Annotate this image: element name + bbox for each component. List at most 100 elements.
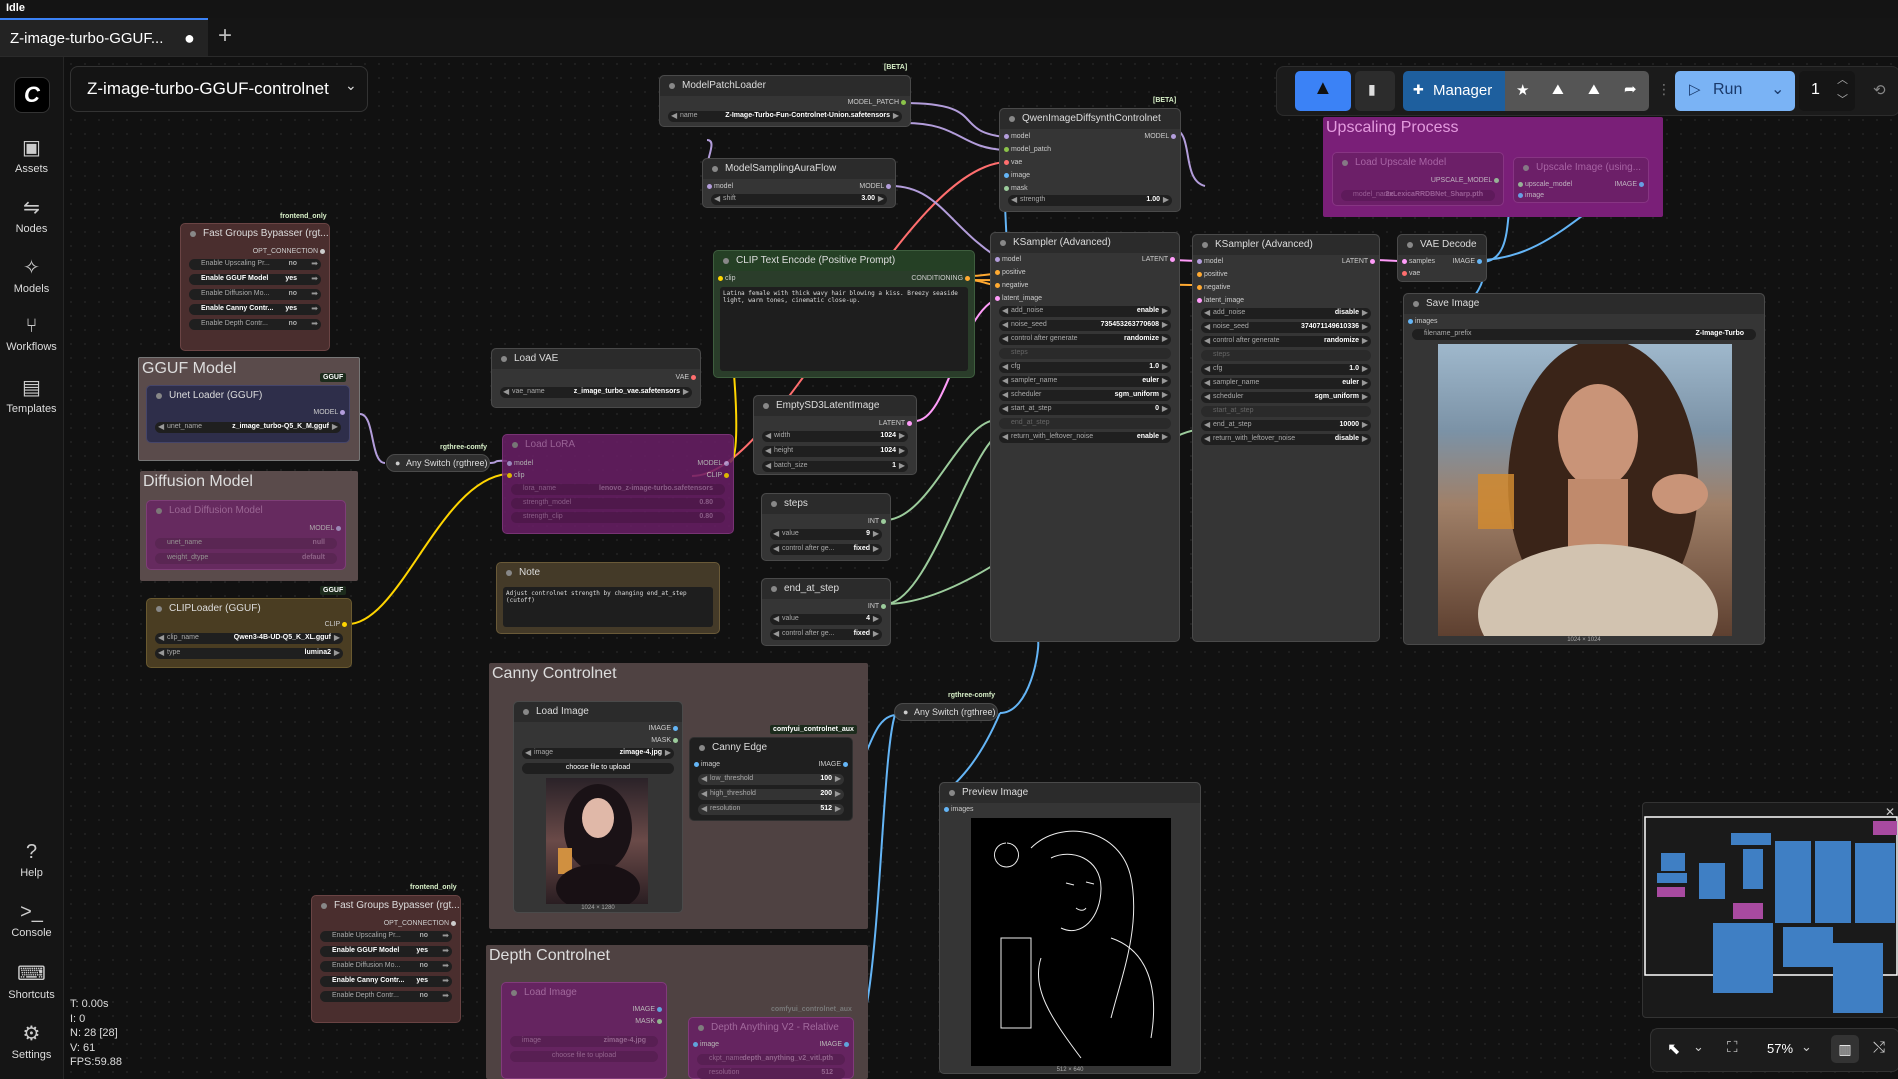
weight-dtype-combo[interactable]: weight_dtype default: [155, 553, 337, 564]
control-after-generate-combo[interactable]: ◀ control after generate randomize ▶: [999, 334, 1171, 345]
canny-preview-image[interactable]: [971, 818, 1171, 1066]
low-threshold-number[interactable]: ◀ low_threshold 100 ▶: [698, 774, 844, 785]
cfg-number[interactable]: ◀ cfg 1.0 ▶: [999, 362, 1171, 373]
output-slot[interactable]: IMAGE: [1614, 181, 1644, 188]
node-load-image[interactable]: Load Image IMAGE MASK ◀ image zimage-4.jpg…: [513, 701, 683, 913]
node-clip-text-encode[interactable]: CLIP Text Encode (Positive Prompt) clip …: [713, 250, 975, 378]
output-slot[interactable]: UPSCALE_MODEL: [1431, 177, 1499, 184]
close-icon[interactable]: ✕: [1885, 805, 1895, 819]
strength-clip-number[interactable]: strength_clip 0.80: [511, 512, 725, 523]
sidebar-item-shortcuts[interactable]: ⌨ Shortcuts: [0, 961, 63, 1001]
input-slot[interactable]: images: [944, 806, 974, 813]
prompt-textarea[interactable]: Latina female with thick wavy hair blowi…: [720, 287, 968, 371]
sidebar-item-help[interactable]: ? Help: [0, 841, 63, 879]
start-at-step-number[interactable]: ◀ start_at_step 0 ▶: [999, 404, 1171, 415]
node-any-switch[interactable]: ● Any Switch (rgthree): [386, 454, 490, 472]
unsaved-indicator[interactable]: ●: [184, 28, 195, 48]
end-at-step-control-combo[interactable]: ◀ control after ge... fixed ▶: [770, 629, 882, 640]
image-combo[interactable]: image zimage-4.jpg: [510, 1036, 658, 1047]
input-slot[interactable]: vae: [1004, 159, 1022, 166]
workflow-name-selector[interactable]: Z-image-turbo-GGUF-controlnet ⌄: [70, 66, 368, 112]
node-load-upscale-model[interactable]: Load Upscale Model UPSCALE_MODEL model_n…: [1332, 152, 1504, 206]
output-slot[interactable]: MODEL: [1144, 133, 1176, 140]
queue-count-input[interactable]: 1 ︿ ﹀: [1799, 71, 1855, 111]
node-preview-image[interactable]: Preview Image images 512 × 640: [939, 782, 1201, 1074]
sidebar-item-console[interactable]: >_ Console: [0, 901, 63, 939]
node-load-image-depth[interactable]: Load Image IMAGE MASK image zimage-4.jpg …: [501, 982, 667, 1079]
output-slot[interactable]: LATENT: [1142, 256, 1175, 263]
node-load-diffusion-model[interactable]: Load Diffusion Model MODEL unet_name null…: [146, 500, 346, 570]
bookmark-button[interactable]: ▮: [1355, 71, 1395, 111]
input-slot[interactable]: latent_image: [1197, 297, 1244, 304]
output-slot[interactable]: CLIP: [325, 621, 347, 628]
output-slot[interactable]: INT: [868, 603, 886, 610]
toggle-row[interactable]: Enable GGUF Model yes ➡: [189, 274, 321, 285]
high-threshold-number[interactable]: ◀ high_threshold 200 ▶: [698, 789, 844, 800]
input-slot[interactable]: mask: [1004, 185, 1028, 192]
output-slot[interactable]: OPT_CONNECTION: [384, 920, 456, 927]
add-noise-combo[interactable]: ◀ add_noise disable ▶: [1201, 308, 1371, 319]
node-canny-edge[interactable]: Canny Edge image IMAGE ◀ low_threshold 100…: [689, 737, 853, 821]
sidebar-item-templates[interactable]: ▤ Templates: [0, 375, 63, 415]
width-number[interactable]: ◀ width 1024 ▶: [762, 431, 908, 442]
ckpt-name-combo[interactable]: ckpt_name depth_anything_v2_vitl.pth: [697, 1054, 845, 1065]
zoom-level[interactable]: 57%: [1767, 1041, 1793, 1056]
input-slot[interactable]: model: [1197, 258, 1223, 265]
output-slot[interactable]: MODEL: [313, 409, 345, 416]
toggle-row[interactable]: Enable Upscaling Pr... no ➡: [189, 259, 321, 270]
output-slot[interactable]: OPT_CONNECTION: [253, 248, 325, 255]
sidebar-item-models[interactable]: ✧ Models: [0, 255, 63, 295]
manager-button[interactable]: ✚ Manager: [1403, 71, 1505, 111]
output-slot[interactable]: MODEL: [697, 460, 729, 467]
output-slot[interactable]: MASK: [635, 1018, 662, 1025]
height-number[interactable]: ◀ height 1024 ▶: [762, 446, 908, 457]
node-model-sampling-auraflow[interactable]: ModelSamplingAuraFlow model MODEL ◀ shift…: [702, 158, 896, 208]
unet-name-combo[interactable]: unet_name null: [155, 538, 337, 549]
resolution-number[interactable]: ◀ resolution 512 ▶: [698, 804, 844, 815]
input-slot[interactable]: positive: [995, 269, 1026, 276]
input-slot[interactable]: image: [1518, 192, 1544, 199]
toggle-row[interactable]: Enable GGUF Model yes ➡: [320, 946, 452, 957]
steps-value-number[interactable]: ◀ value 9 ▶: [770, 529, 882, 540]
output-slot[interactable]: MASK: [651, 737, 678, 744]
node-model-patch-loader[interactable]: ModelPatchLoader MODEL_PATCH ◀ name Z-Imag…: [659, 75, 911, 127]
end-at-step-value-number[interactable]: ◀ value 4 ▶: [770, 614, 882, 625]
control-after-generate-combo[interactable]: ◀ control after generate randomize ▶: [1201, 336, 1371, 347]
add-noise-combo[interactable]: ◀ add_noise enable ▶: [999, 306, 1171, 317]
favorites-button[interactable]: ★: [1505, 71, 1541, 111]
input-slot[interactable]: model: [707, 183, 733, 190]
input-slot[interactable]: model: [995, 256, 1021, 263]
node-ksampler-advanced-2[interactable]: KSampler (Advanced) model positive negat…: [1192, 234, 1380, 642]
node-note[interactable]: Note Adjust controlnet strength by chang…: [496, 562, 720, 634]
chevron-down-icon[interactable]: ⌄: [1693, 1039, 1704, 1055]
output-slot[interactable]: IMAGE: [632, 1006, 662, 1013]
select-tool-button[interactable]: ⬉: [1667, 1039, 1680, 1059]
batch-size-number[interactable]: ◀ batch_size 1 ▶: [762, 461, 908, 472]
input-slot[interactable]: negative: [995, 282, 1028, 289]
workflow-tab[interactable]: Z-image-turbo-GGUF... ●: [0, 18, 208, 56]
patch-name-combo[interactable]: ◀ name Z-Image-Turbo-Fun-Controlnet-Union.…: [668, 111, 902, 122]
input-slot[interactable]: clip: [507, 472, 524, 479]
node-fast-groups-bypasser[interactable]: Fast Groups Bypasser (rgt... OPT_CONNECT…: [180, 223, 330, 351]
input-slot[interactable]: image: [693, 1041, 719, 1048]
type-combo[interactable]: ◀ type lumina2 ▶: [155, 648, 343, 659]
toggle-row[interactable]: Enable Depth Contr... no ➡: [189, 319, 321, 330]
chevron-up-icon[interactable]: ︿: [1837, 71, 1848, 87]
sampler-name-combo[interactable]: ◀ sampler_name euler ▶: [1201, 378, 1371, 389]
sidebar-item-workflows[interactable]: ⑂ Workflows: [0, 315, 63, 353]
fit-view-button[interactable]: ⛶: [1727, 1039, 1738, 1056]
share-button[interactable]: ➦: [1613, 71, 1649, 111]
node-fast-groups-bypasser-2[interactable]: Fast Groups Bypasser (rgt... OPT_CONNECT…: [311, 895, 461, 1023]
output-slot[interactable]: MODEL_PATCH: [848, 99, 906, 106]
output-slot[interactable]: INT: [868, 518, 886, 525]
toggle-row[interactable]: Enable Canny Contr... yes ➡: [189, 304, 321, 315]
chevron-down-icon[interactable]: ﹀: [1837, 91, 1848, 107]
history-button[interactable]: ⟲: [1867, 71, 1897, 111]
node-cliploader[interactable]: CLIPLoader (GGUF) CLIP ◀ clip_name Qwen3-4…: [146, 598, 352, 668]
chevron-down-icon[interactable]: ⌄: [1801, 1039, 1812, 1055]
comfy-logo-button[interactable]: ▲: [1295, 71, 1351, 111]
generated-image-preview[interactable]: [1438, 339, 1732, 684]
node-upscale-image[interactable]: Upscale Image (using... upscale_model im…: [1513, 157, 1649, 203]
toggle-row[interactable]: Enable Diffusion Mo... no ➡: [189, 289, 321, 300]
scheduler-combo[interactable]: ◀ scheduler sgm_uniform ▶: [999, 390, 1171, 401]
